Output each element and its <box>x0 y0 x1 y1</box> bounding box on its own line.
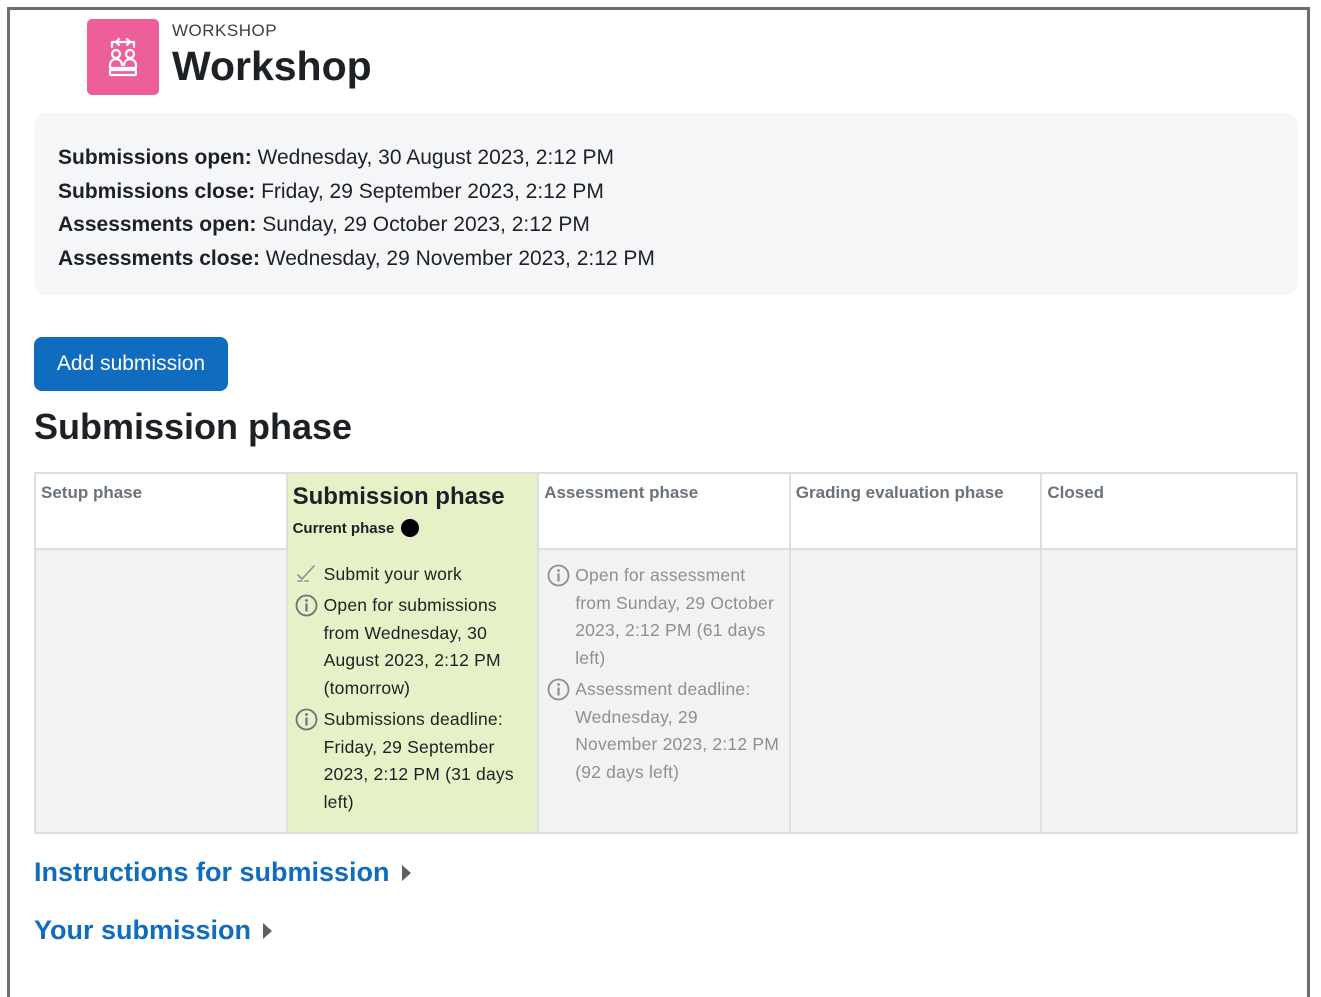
phase-title: Setup phase <box>41 483 143 502</box>
info-icon <box>295 706 319 733</box>
phase-title: Grading evaluation phase <box>795 483 1004 502</box>
phase-assessment: Assessment phase Open for assessment fro… <box>539 474 791 832</box>
module-header: WORKSHOP Workshop <box>87 19 372 95</box>
phase-title: Assessment phase <box>544 483 699 502</box>
info-icon <box>546 562 570 589</box>
date-row-assessments-open: Assessments open: Sunday, 29 October 202… <box>58 213 590 236</box>
phase-title: Submission phase <box>292 483 505 510</box>
task-item: Open for assessment from Sunday, 29 Octo… <box>546 562 782 672</box>
phase-setup: Setup phase <box>36 474 288 832</box>
current-phase-indicator: Current phase <box>293 519 533 537</box>
date-row-submissions-close: Submissions close: Friday, 29 September … <box>58 179 604 203</box>
current-phase-dot-icon <box>401 519 420 537</box>
task-item: Assessment deadline: Wednesday, 29 Novem… <box>546 676 782 786</box>
task-item: Open for submissions from Wednesday, 30 … <box>295 592 531 702</box>
activity-dates: Submissions open: Wednesday, 30 August 2… <box>34 113 1298 295</box>
task-item: Submissions deadline: Friday, 29 Septemb… <box>295 706 531 816</box>
phase-grading-evaluation: Grading evaluation phase <box>790 474 1043 832</box>
phase-title: Closed <box>1047 483 1105 502</box>
check-todo-icon <box>295 561 319 588</box>
info-icon <box>295 592 319 619</box>
page-title: Workshop <box>172 43 372 89</box>
instructions-for-submission-toggle[interactable]: Instructions for submission <box>34 857 411 888</box>
caret-right-icon <box>263 922 273 939</box>
module-type-label: WORKSHOP <box>172 21 278 40</box>
phase-submission: Submission phase Current phase Submit yo… <box>287 474 540 832</box>
caret-right-icon <box>401 864 411 881</box>
phase-closed: Closed <box>1042 474 1296 832</box>
user-plan-table: Setup phase Submission phase Current pha… <box>34 472 1298 834</box>
add-submission-button[interactable]: Add submission <box>34 337 228 391</box>
your-submission-toggle[interactable]: Your submission <box>34 915 273 946</box>
task-item: Submit your work <box>295 561 531 589</box>
workshop-icon <box>87 19 159 95</box>
date-row-assessments-close: Assessments close: Wednesday, 29 Novembe… <box>58 246 655 270</box>
current-phase-heading: Submission phase <box>34 406 353 447</box>
info-icon <box>546 676 570 703</box>
date-row-submissions-open: Submissions open: Wednesday, 30 August 2… <box>58 146 614 169</box>
